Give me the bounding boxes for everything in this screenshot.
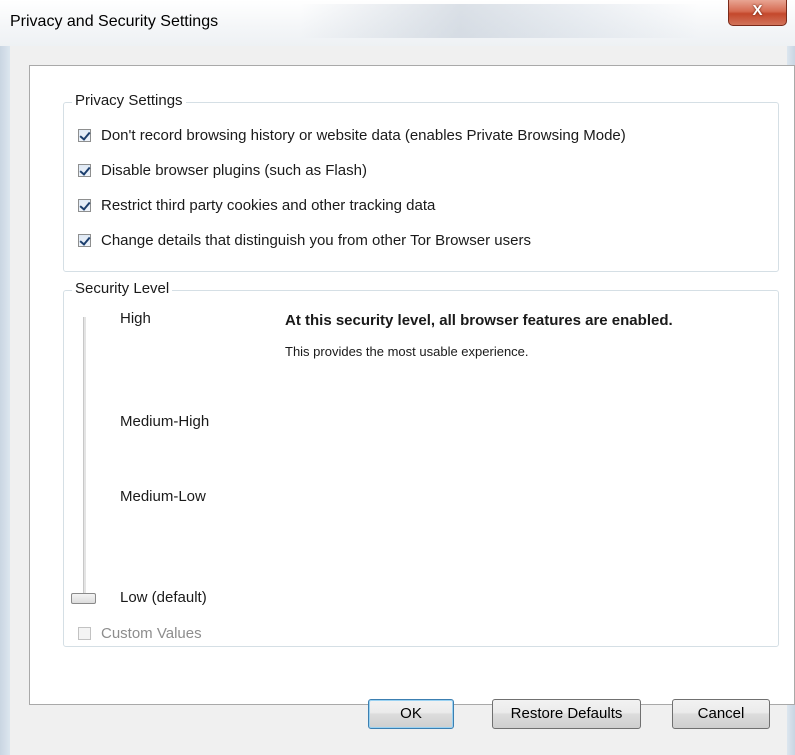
custom-values-label: Custom Values (101, 624, 202, 642)
title-bar[interactable]: Privacy and Security Settings X (0, 0, 795, 46)
security-description-title: At this security level, all browser feat… (285, 312, 673, 329)
privacy-settings-legend: Privacy Settings (72, 92, 186, 109)
option-disable-plugins[interactable]: Disable browser plugins (such as Flash) (78, 160, 367, 180)
checkbox-custom-values (78, 626, 91, 640)
option-restrict-cookies[interactable]: Restrict third party cookies and other t… (78, 195, 435, 215)
security-slider-track[interactable] (83, 317, 86, 597)
option-custom-values: Custom Values (78, 623, 202, 643)
privacy-settings-group: Privacy Settings Don't record browsing h… (63, 92, 779, 272)
cancel-button[interactable]: Cancel (672, 699, 770, 729)
level-medium-low[interactable]: Medium-Low (120, 488, 206, 505)
level-low-default[interactable]: Low (default) (120, 589, 207, 606)
option-label: Change details that distinguish you from… (101, 231, 531, 249)
option-change-details[interactable]: Change details that distinguish you from… (78, 230, 531, 250)
window-title: Privacy and Security Settings (10, 13, 219, 30)
option-label: Disable browser plugins (such as Flash) (101, 161, 367, 179)
level-high[interactable]: High (120, 310, 151, 327)
checkbox-disable-plugins[interactable] (78, 163, 91, 177)
security-level-legend: Security Level (72, 280, 173, 297)
security-description-body: This provides the most usable experience… (285, 344, 529, 359)
option-label: Don't record browsing history or website… (101, 126, 626, 144)
option-label: Restrict third party cookies and other t… (101, 196, 436, 214)
security-slider-thumb[interactable] (71, 593, 96, 604)
close-icon: X (752, 2, 763, 19)
option-no-history[interactable]: Don't record browsing history or website… (78, 125, 626, 145)
settings-panel: Privacy Settings Don't record browsing h… (29, 65, 795, 705)
settings-dialog: Privacy and Security Settings X Privacy … (0, 0, 795, 755)
level-medium-high[interactable]: Medium-High (120, 413, 209, 430)
window-frame-left (0, 46, 10, 755)
checkbox-restrict-cookies[interactable] (78, 198, 91, 212)
checkbox-no-history[interactable] (78, 128, 91, 142)
close-button[interactable]: X (728, 0, 787, 26)
security-level-group: Security Level High Medium-High Medium-L… (63, 280, 779, 647)
ok-button[interactable]: OK (368, 699, 454, 729)
restore-defaults-button[interactable]: Restore Defaults (492, 699, 641, 729)
dialog-body: Privacy Settings Don't record browsing h… (10, 46, 795, 755)
checkbox-change-details[interactable] (78, 233, 91, 247)
